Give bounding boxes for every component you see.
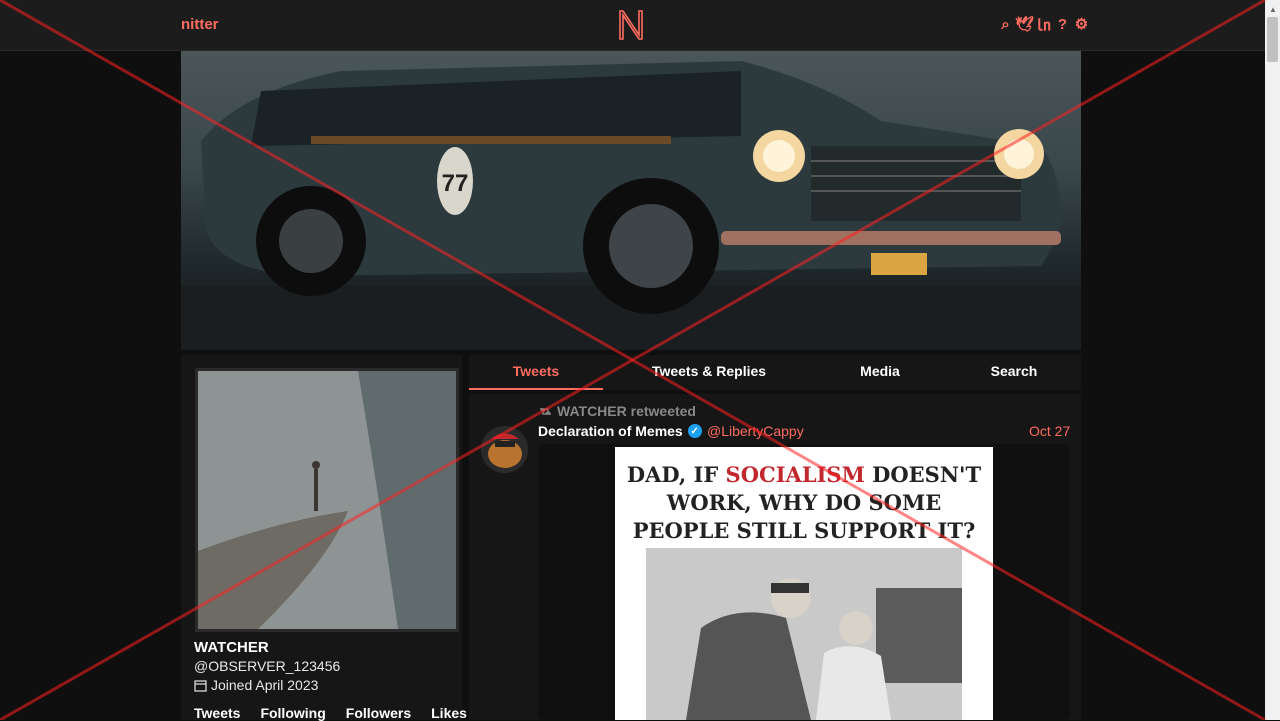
tweet-author-avatar[interactable]	[481, 426, 528, 473]
profile-avatar[interactable]	[195, 368, 459, 632]
retweet-header: WATCHER retweeted	[538, 403, 696, 419]
tab-tweets[interactable]: Tweets	[469, 355, 603, 390]
tab-tweets-replies[interactable]: Tweets & Replies	[623, 355, 795, 388]
help-icon[interactable]: ?	[1055, 15, 1070, 33]
brand-link[interactable]: nitter	[181, 16, 219, 33]
retweet-label: WATCHER retweeted	[557, 403, 696, 419]
navbar: nitter ⌕ 🕊 ㏑ ? ⚙	[0, 0, 1265, 51]
avatar-cliff-image	[198, 371, 456, 629]
calendar-icon	[194, 679, 207, 692]
profile-name[interactable]: WATCHER	[194, 639, 269, 656]
nitter-logo-icon[interactable]	[617, 9, 645, 41]
tweet-author-handle[interactable]: @LibertyCappy	[707, 423, 804, 439]
tab-search[interactable]: Search	[969, 355, 1059, 388]
meme-image[interactable]: DAD, IF SOCIALISM DOESN'T WORK, WHY DO S…	[615, 447, 993, 720]
stat-likes[interactable]: Likes	[431, 705, 467, 721]
profile-card: WATCHER @OBSERVER_123456 Joined April 20…	[181, 355, 467, 721]
capybara-avatar-image	[481, 426, 528, 473]
joined-date: Joined April 2023	[211, 677, 319, 693]
stat-following[interactable]: Following	[260, 705, 325, 721]
gear-icon[interactable]: ⚙	[1074, 15, 1089, 33]
tweet-author-name[interactable]: Declaration of Memes ✓	[538, 423, 702, 439]
twitter-bird-icon[interactable]: 🕊	[1015, 15, 1034, 33]
svg-text:77: 77	[442, 170, 469, 197]
tweet-date[interactable]: Oct 27	[1029, 423, 1070, 439]
stat-tweets[interactable]: Tweets	[194, 705, 240, 721]
rss-icon[interactable]: ㏑	[1036, 15, 1051, 34]
scroll-up-icon[interactable]: ▲	[1269, 5, 1277, 14]
page-scrollbar[interactable]: ▲	[1265, 0, 1280, 720]
meme-photo-illustration	[646, 548, 962, 720]
timeline-tabs: Tweets Tweets & Replies Media Search	[469, 355, 1081, 390]
verified-badge-icon: ✓	[687, 424, 702, 438]
profile-banner[interactable]: 77	[181, 51, 1081, 350]
profile-handle[interactable]: @OBSERVER_123456	[194, 658, 340, 674]
profile-joined: Joined April 2023	[194, 677, 318, 693]
timeline: WATCHER retweeted Declaration of Memes ✓…	[469, 394, 1081, 720]
scroll-thumb[interactable]	[1267, 17, 1278, 62]
tab-media[interactable]: Media	[834, 355, 926, 388]
tweet-media[interactable]: DAD, IF SOCIALISM DOESN'T WORK, WHY DO S…	[538, 444, 1070, 720]
tweet-author-fullname[interactable]: Declaration of Memes	[538, 423, 683, 439]
meme-photo	[646, 548, 962, 720]
nav-icons: ⌕ 🕊 ㏑ ? ⚙	[998, 15, 1089, 34]
search-icon[interactable]: ⌕	[998, 15, 1013, 33]
retweet-icon	[540, 407, 551, 415]
meme-caption: DAD, IF SOCIALISM DOESN'T WORK, WHY DO S…	[626, 462, 982, 543]
profile-stats: Tweets Following Followers Likes	[194, 705, 467, 721]
banner-car-image: 77	[181, 61, 1081, 350]
stat-followers[interactable]: Followers	[346, 705, 411, 721]
